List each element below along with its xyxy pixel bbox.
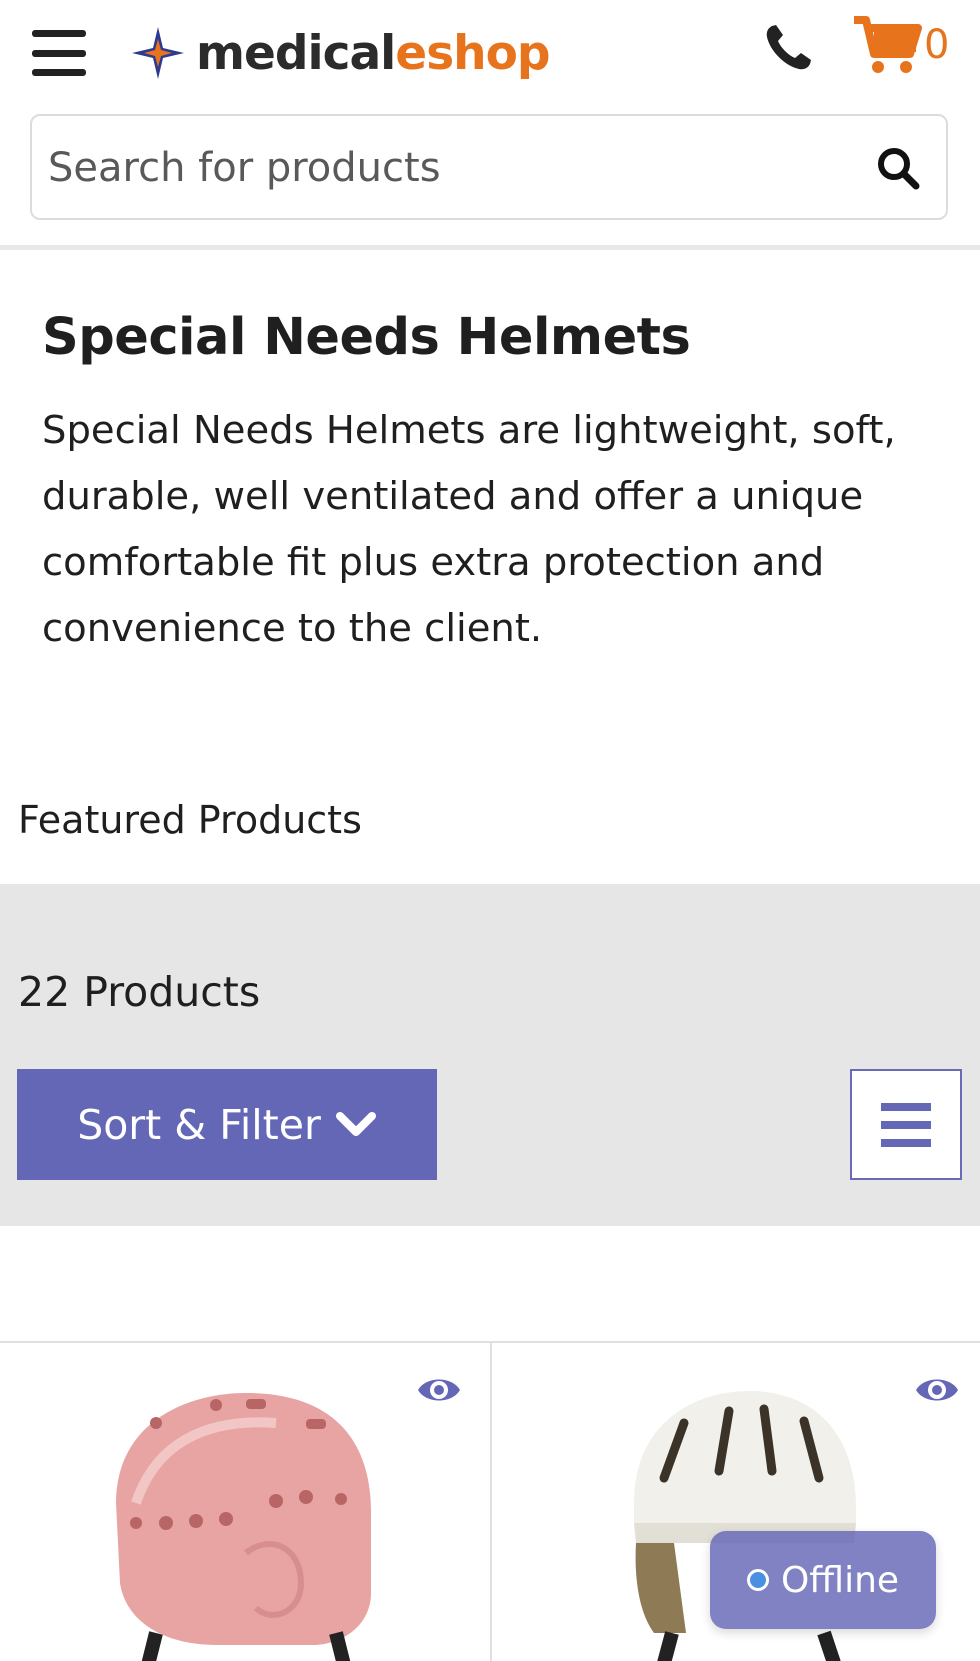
- cart-button[interactable]: 0: [852, 10, 949, 80]
- logo-icon: [132, 27, 184, 79]
- site-logo[interactable]: medicaleshop: [128, 18, 551, 88]
- sort-filter-label: Sort & Filter: [77, 1100, 321, 1149]
- featured-products-heading: Featured Products: [18, 798, 362, 842]
- chat-status-label: Offline: [780, 1559, 900, 1601]
- search-input[interactable]: [46, 116, 850, 220]
- sort-filter-button[interactable]: Sort & Filter: [17, 1069, 437, 1180]
- search-bar: [30, 114, 948, 220]
- chat-widget-button[interactable]: Offline: [710, 1531, 936, 1629]
- logo-text: medicaleshop: [196, 25, 551, 81]
- eye-icon[interactable]: [416, 1373, 462, 1407]
- menu-icon[interactable]: [32, 30, 86, 76]
- product-card[interactable]: [0, 1343, 492, 1661]
- description-fade: [0, 662, 980, 692]
- list-view-icon[interactable]: [850, 1069, 962, 1180]
- phone-icon[interactable]: [758, 18, 818, 78]
- product-count: 22 Products: [18, 968, 261, 1016]
- cart-count: 0: [924, 22, 950, 68]
- search-icon[interactable]: [874, 144, 922, 192]
- status-dot-icon: [746, 1569, 769, 1591]
- category-description: Special Needs Helmets are lightweight, s…: [42, 408, 896, 651]
- page-title: Special Needs Helmets: [42, 308, 691, 367]
- cart-icon: [854, 16, 922, 73]
- product-image[interactable]: [96, 1383, 396, 1661]
- site-header: medicaleshop 0: [0, 0, 980, 250]
- eye-icon[interactable]: [914, 1373, 960, 1407]
- chevron-down-icon: [335, 1111, 376, 1136]
